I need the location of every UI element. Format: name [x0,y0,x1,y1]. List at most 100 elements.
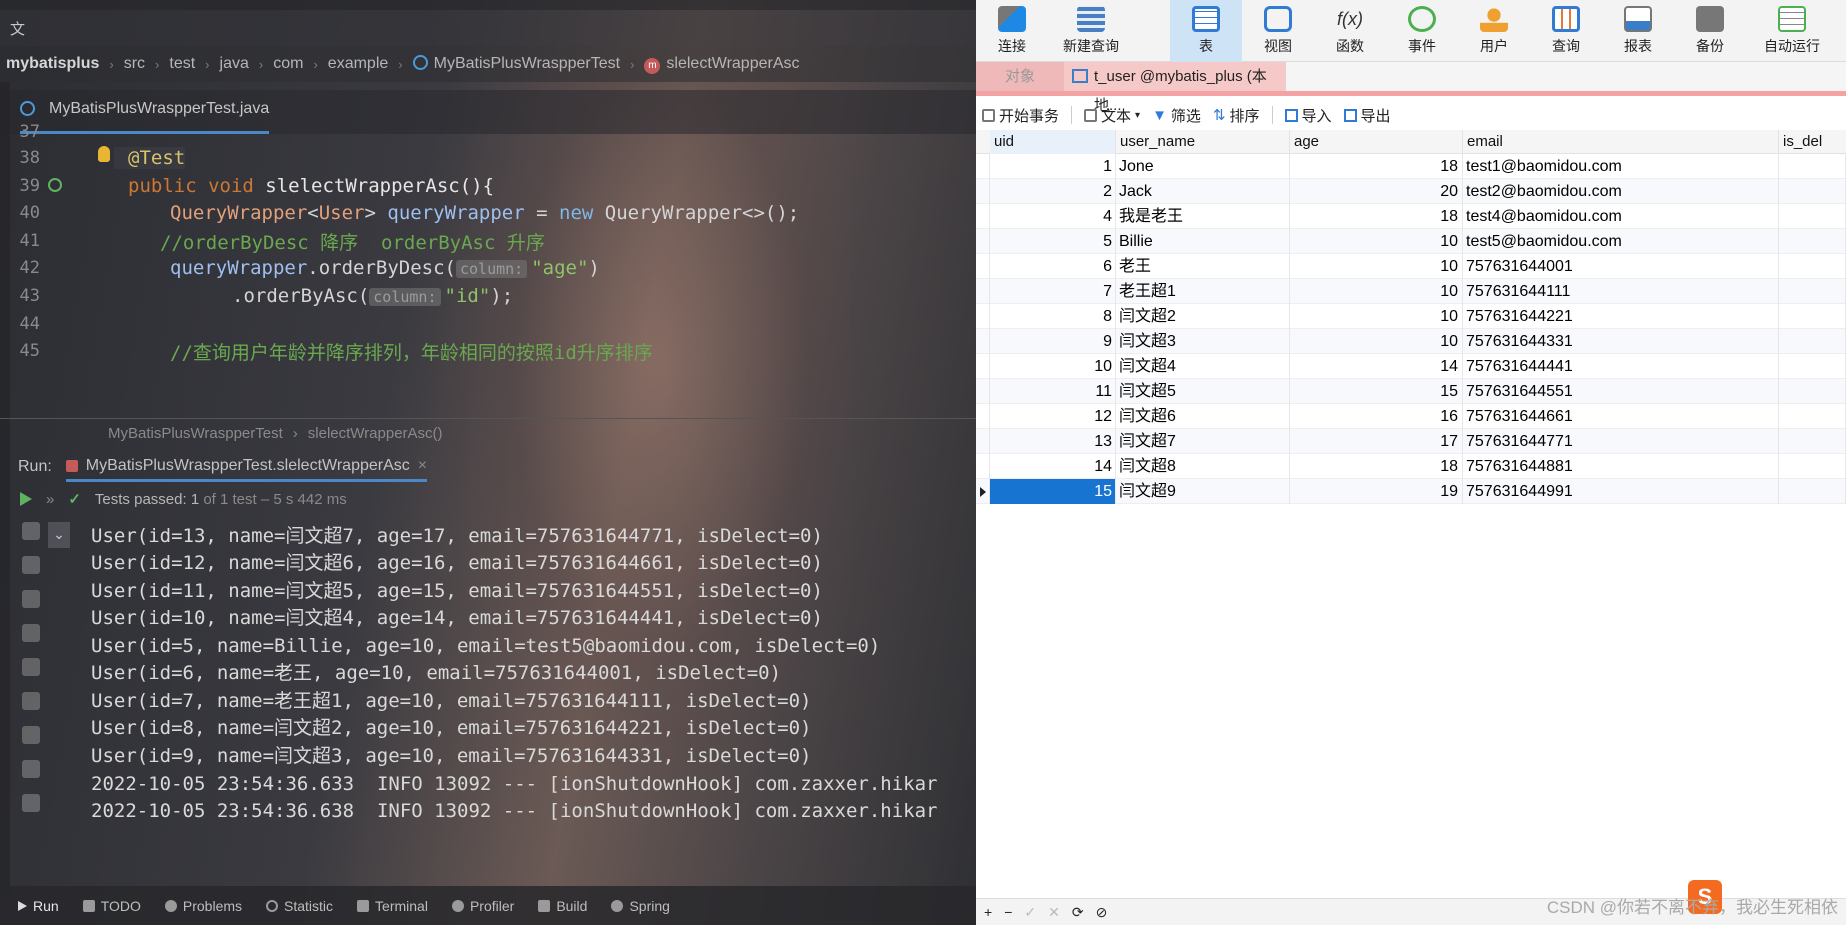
cell-user-name[interactable]: 老王超1 [1116,279,1290,304]
table-row[interactable]: 14 闫文超8 18 757631644881 [976,454,1846,479]
cell-email[interactable]: 757631644001 [1463,254,1779,279]
cell-uid[interactable]: 6 [990,254,1116,279]
toolbar-new-query[interactable]: 新建查询 [1048,0,1134,62]
tab-table-t-user[interactable]: t_user @mybatis_plus (本地... [1064,62,1286,114]
tab-objects[interactable]: 对象 [976,62,1064,91]
cell-age[interactable]: 10 [1290,329,1463,354]
breadcrumb-src[interactable]: src [124,55,145,73]
table-row[interactable]: 8 闫文超2 10 757631644221 [976,304,1846,329]
table-row[interactable]: 7 老王超1 10 757631644111 [976,279,1846,304]
cell-uid[interactable]: 8 [990,304,1116,329]
cell-user-name[interactable]: Jone [1116,154,1290,179]
editor-crumb-class[interactable]: MyBatisPlusWraspperTest [108,425,283,442]
delete-row-icon[interactable]: − [1004,904,1012,920]
cell-uid[interactable]: 12 [990,404,1116,429]
rerun-icon[interactable] [20,492,32,506]
cell-email[interactable]: 757631644331 [1463,329,1779,354]
cell-age[interactable]: 18 [1290,154,1463,179]
cell-email[interactable]: 757631644881 [1463,454,1779,479]
cell-is-del[interactable] [1779,229,1846,254]
cell-uid[interactable]: 9 [990,329,1116,354]
column-header-uid[interactable]: uid [990,130,1116,154]
add-row-icon[interactable]: + [984,904,992,920]
cell-email[interactable]: 757631644551 [1463,379,1779,404]
cell-user-name[interactable]: 老王 [1116,254,1290,279]
cell-user-name[interactable]: 闫文超3 [1116,329,1290,354]
editor-crumb-method[interactable]: slelectWrapperAsc() [308,425,443,442]
close-icon[interactable]: × [418,457,427,475]
table-row[interactable]: 4 我是老王 18 test4@baomidou.com [976,204,1846,229]
cell-age[interactable]: 18 [1290,204,1463,229]
cell-is-del[interactable] [1779,179,1846,204]
cell-email[interactable]: 757631644661 [1463,404,1779,429]
cell-user-name[interactable]: 闫文超6 [1116,404,1290,429]
column-header-age[interactable]: age [1290,130,1463,154]
cell-email[interactable]: test2@baomidou.com [1463,179,1779,204]
cell-email[interactable]: test5@baomidou.com [1463,229,1779,254]
table-row[interactable]: 10 闫文超4 14 757631644441 [976,354,1846,379]
toolbar-user[interactable]: 用户 [1458,0,1530,62]
cell-is-del[interactable] [1779,154,1846,179]
filter-button[interactable]: ▼ 筛选 [1146,102,1207,128]
breadcrumb-class[interactable]: MyBatisPlusWraspperTest [412,55,620,73]
expand-icon[interactable]: » [46,491,54,508]
tool-terminal[interactable]: Terminal [357,898,428,914]
cell-user-name[interactable]: Billie [1116,229,1290,254]
breadcrumb-test[interactable]: test [169,55,195,73]
cell-is-del[interactable] [1779,429,1846,454]
sort-button[interactable]: ⇅ 排序 [1207,102,1266,128]
table-row[interactable]: 12 闫文超6 16 757631644661 [976,404,1846,429]
table-row[interactable]: 11 闫文超5 15 757631644551 [976,379,1846,404]
cell-is-del[interactable] [1779,254,1846,279]
table-row[interactable]: 2 Jack 20 test2@baomidou.com [976,179,1846,204]
cell-age[interactable]: 14 [1290,354,1463,379]
cell-age[interactable]: 20 [1290,179,1463,204]
breadcrumb-method[interactable]: m slelectWrapperAsc [644,55,800,74]
breadcrumb-example[interactable]: example [328,55,388,73]
cell-email[interactable]: 757631644991 [1463,479,1779,504]
cell-uid[interactable]: 4 [990,204,1116,229]
cell-uid[interactable]: 1 [990,154,1116,179]
tool-problems[interactable]: Problems [164,898,242,914]
cell-email[interactable]: 757631644441 [1463,354,1779,379]
cell-is-del[interactable] [1779,479,1846,504]
toolbar-view[interactable]: 视图 [1242,0,1314,62]
cell-user-name[interactable]: 闫文超4 [1116,354,1290,379]
table-row[interactable]: 1 Jone 18 test1@baomidou.com [976,154,1846,179]
cell-user-name[interactable]: 闫文超7 [1116,429,1290,454]
tool-spring[interactable]: Spring [611,898,670,914]
toolbar-automation[interactable]: 自动运行 [1746,0,1838,62]
cell-user-name[interactable]: Jack [1116,179,1290,204]
cell-email[interactable]: test1@baomidou.com [1463,154,1779,179]
text-button[interactable]: 文本 ▾ [1078,102,1146,128]
cell-age[interactable]: 18 [1290,454,1463,479]
table-row[interactable]: 9 闫文超3 10 757631644331 [976,329,1846,354]
cell-is-del[interactable] [1779,379,1846,404]
toolbar-report[interactable]: 报表 [1602,0,1674,62]
tab-run-config[interactable]: MyBatisPlusWraspperTest.slelectWrapperAs… [65,452,428,482]
cell-is-del[interactable] [1779,329,1846,354]
cell-email[interactable]: 757631644221 [1463,304,1779,329]
cell-is-del[interactable] [1779,404,1846,429]
cell-is-del[interactable] [1779,354,1846,379]
tool-run[interactable]: Run [18,898,59,914]
tool-todo[interactable]: TODO [82,898,141,914]
console-output[interactable]: User(id=13, name=闫文超7, age=17, email=757… [0,518,976,886]
cell-uid[interactable]: 5 [990,229,1116,254]
stop-icon[interactable]: ⊘ [1096,904,1108,921]
import-button[interactable]: 导入 [1279,102,1338,128]
breadcrumb-com[interactable]: com [273,55,303,73]
toolbar-table[interactable]: 表 [1170,0,1242,62]
tool-profiler[interactable]: Profiler [451,898,514,914]
cell-user-name[interactable]: 闫文超9 [1116,479,1290,504]
run-test-icon[interactable] [48,178,62,192]
cell-uid[interactable]: 11 [990,379,1116,404]
breadcrumb-project[interactable]: mybatisplus [6,55,99,73]
cell-email[interactable]: 757631644771 [1463,429,1779,454]
translate-icon[interactable]: 文 [10,18,25,39]
cell-age[interactable]: 10 [1290,229,1463,254]
cell-uid[interactable]: 15 [990,479,1116,504]
lightbulb-icon[interactable] [98,146,110,162]
cell-age[interactable]: 19 [1290,479,1463,504]
cell-age[interactable]: 16 [1290,404,1463,429]
